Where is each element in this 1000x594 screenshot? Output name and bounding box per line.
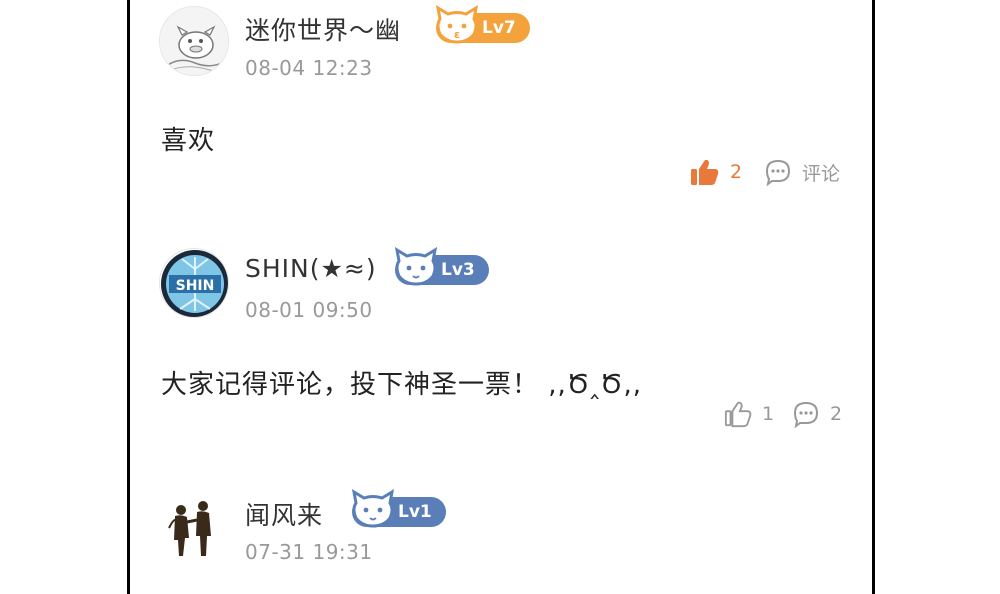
thumbs-up-filled-icon: [691, 159, 719, 185]
svg-text:ε: ε: [454, 28, 460, 41]
timestamp: 07-31 19:31: [245, 540, 373, 564]
username[interactable]: 迷你世界～幽: [245, 11, 401, 47]
avatar[interactable]: [159, 6, 229, 76]
cat-level-icon: [351, 489, 395, 528]
level-badge: Lv3: [394, 247, 489, 286]
reply-button[interactable]: 2: [792, 400, 842, 428]
like-button[interactable]: 2: [690, 158, 742, 186]
timestamp: 08-01 09:50: [245, 298, 373, 322]
avatar-text: SHIN: [176, 278, 215, 294]
like-count: 2: [730, 161, 743, 183]
avatar[interactable]: [159, 490, 229, 560]
reply-label: 评论: [802, 162, 841, 185]
username[interactable]: SHIN(★≈): [245, 254, 377, 283]
level-badge: Lv1: [351, 489, 446, 528]
comment-bubble-icon: [765, 159, 791, 186]
comment-list: 迷你世界～幽 ε Lv7 08-04 12:23 喜欢 2 评论 SHIN SH…: [127, 0, 875, 594]
like-count: 1: [762, 403, 775, 425]
cat-level-icon: ε: [435, 5, 479, 44]
level-label: Lv1: [398, 502, 432, 522]
level-label: Lv3: [441, 260, 475, 280]
like-button[interactable]: 1: [724, 400, 774, 428]
reply-count: 2: [830, 403, 843, 425]
timestamp: 08-04 12:23: [245, 56, 373, 80]
thumbs-up-icon: [724, 401, 752, 428]
level-badge: ε Lv7: [435, 5, 530, 44]
comment-bubble-icon: [793, 401, 819, 428]
username[interactable]: 闻风来: [245, 496, 323, 532]
level-label: Lv7: [482, 18, 516, 38]
comment-text: 喜欢: [161, 126, 216, 156]
cat-level-icon: [394, 247, 438, 286]
reply-button[interactable]: 评论: [764, 158, 840, 186]
avatar[interactable]: SHIN: [159, 248, 229, 318]
comment-text: 大家记得评论，投下神圣一票！ ,,Ծ‸Ծ,,: [161, 370, 643, 400]
